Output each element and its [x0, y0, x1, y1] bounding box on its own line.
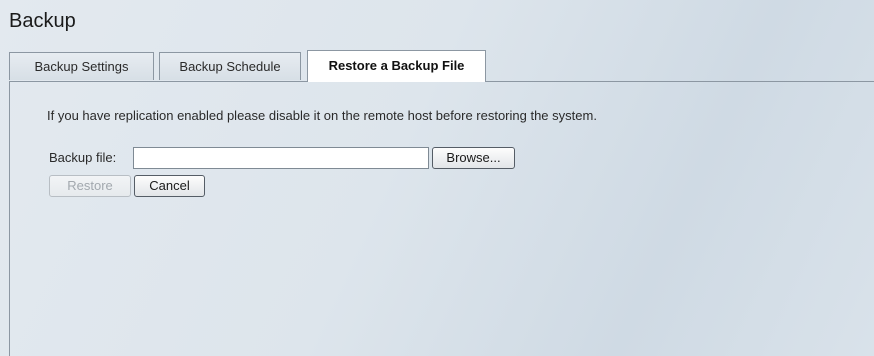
tab-bar: Backup Settings Backup Schedule Restore … — [9, 50, 874, 82]
restore-button[interactable]: Restore — [49, 175, 131, 197]
cancel-button[interactable]: Cancel — [134, 175, 205, 197]
backup-file-input[interactable] — [133, 147, 429, 169]
tab-backup-schedule[interactable]: Backup Schedule — [159, 52, 301, 80]
page-title: Backup — [9, 10, 76, 32]
backup-file-label: Backup file: — [49, 150, 117, 165]
tab-backup-settings[interactable]: Backup Settings — [9, 52, 154, 80]
browse-button[interactable]: Browse... — [432, 147, 515, 169]
replication-notice: If you have replication enabled please d… — [47, 108, 597, 123]
tab-restore-backup-file[interactable]: Restore a Backup File — [307, 50, 486, 82]
